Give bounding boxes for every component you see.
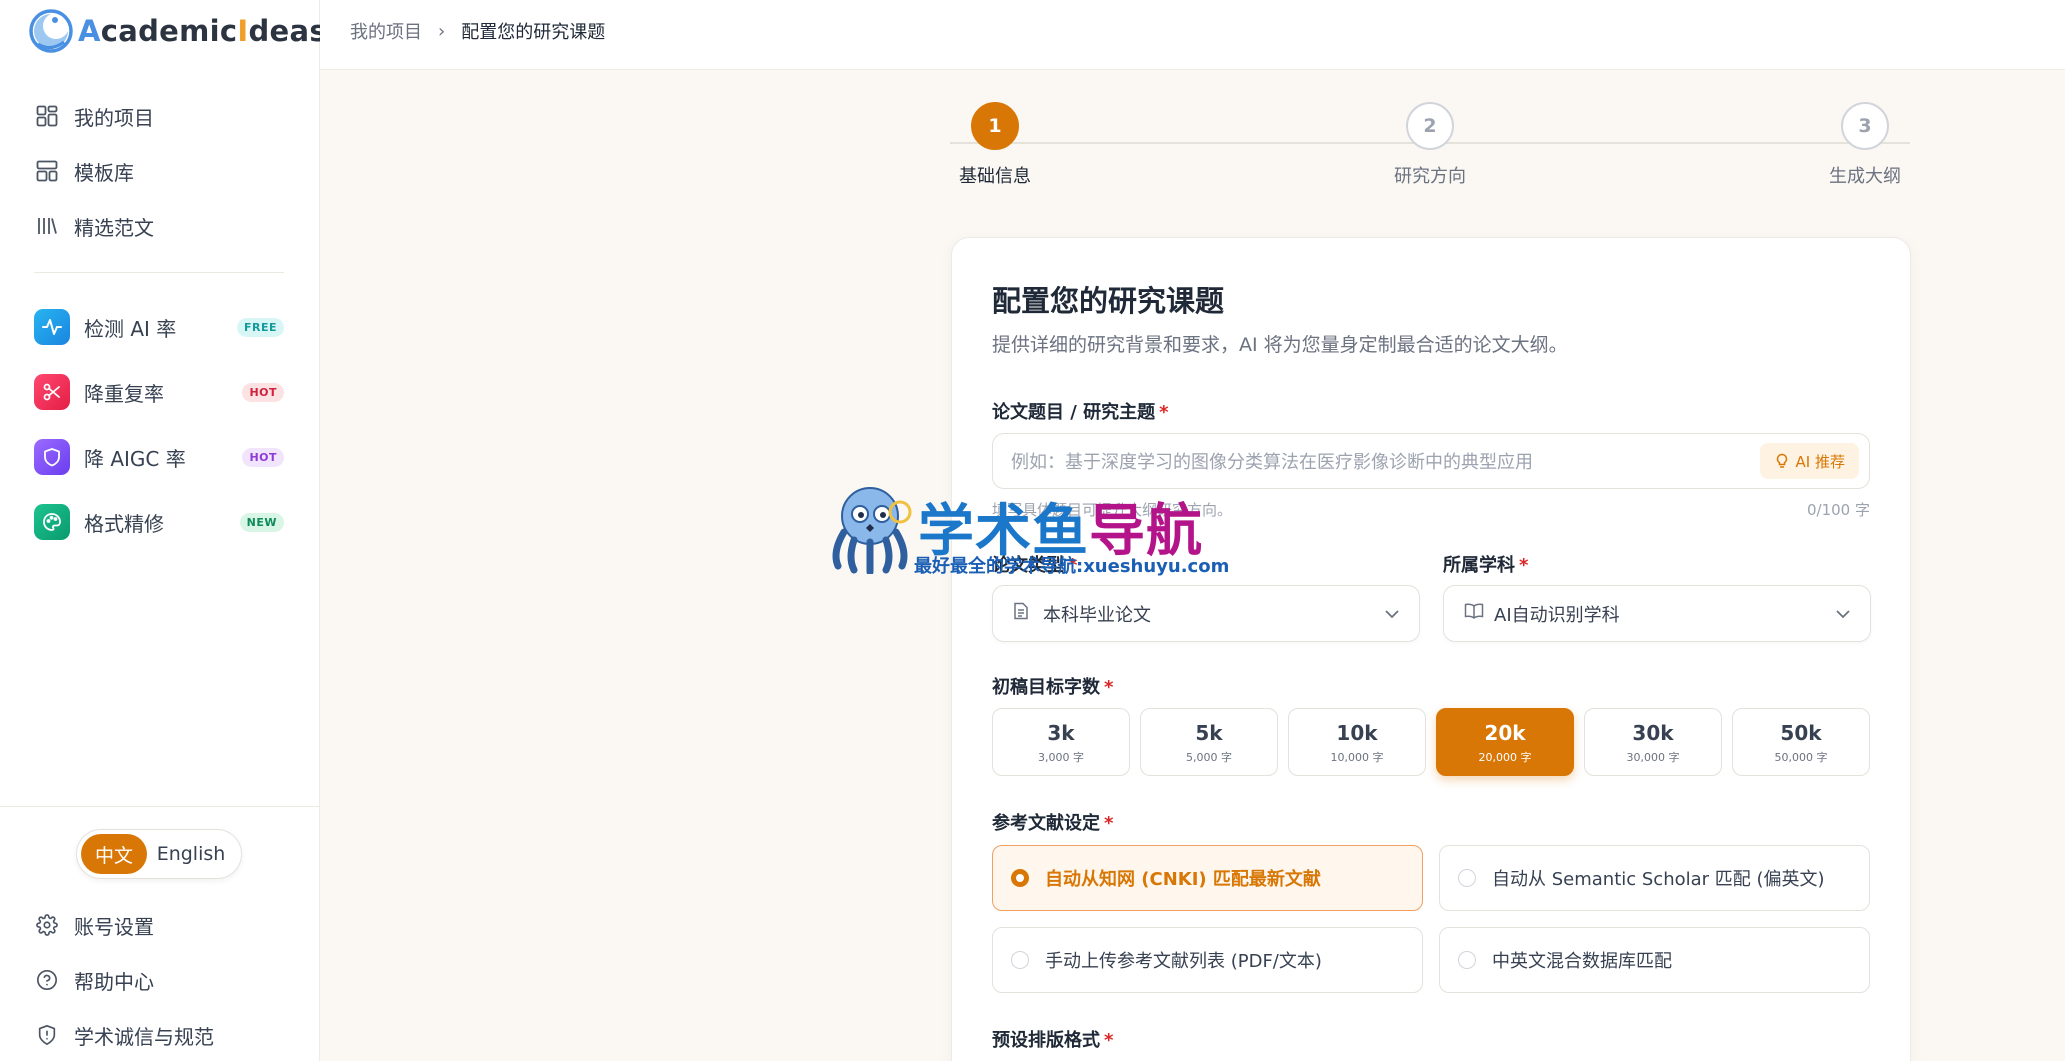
breadcrumb-current: 配置您的研究课题 bbox=[461, 22, 606, 43]
thesis-type-select[interactable]: 本科毕业论文 bbox=[992, 585, 1420, 642]
ai-recommend-button[interactable]: AI 推荐 bbox=[1759, 443, 1859, 479]
gear-icon bbox=[34, 912, 60, 938]
document-icon bbox=[1013, 602, 1033, 625]
step-label: 生成大纲 bbox=[1829, 166, 1901, 187]
radio-button[interactable] bbox=[1458, 951, 1476, 969]
sidebar-item-label: 我的项目 bbox=[74, 105, 154, 130]
research-config-card: 配置您的研究课题 提供详细的研究背景和要求，AI 将为您量身定制最合适的论文大纲… bbox=[951, 237, 1911, 1061]
top-header: 我的项目 › 配置您的研究课题 bbox=[320, 0, 2065, 70]
step-research-direction: 2 研究方向 bbox=[1360, 102, 1500, 188]
chevron-down-icon bbox=[1836, 603, 1850, 624]
step-number: 1 bbox=[971, 102, 1019, 150]
library-books-icon bbox=[34, 213, 60, 239]
palette-icon bbox=[34, 504, 70, 540]
topic-input-placeholder: 例如：基于深度学习的图像分类算法在医疗影像诊断中的典型应用 bbox=[1011, 452, 1533, 473]
step-label: 研究方向 bbox=[1394, 166, 1466, 187]
sidebar-item-format-polish[interactable]: 格式精修 NEW bbox=[34, 502, 284, 542]
radio-button[interactable] bbox=[1011, 869, 1029, 887]
lightbulb-icon bbox=[1776, 453, 1787, 468]
page-title: 配置您的研究课题 bbox=[992, 284, 1225, 318]
sidebar-item-label: 账号设置 bbox=[74, 914, 154, 939]
subject-value: AI自动识别学科 bbox=[1494, 604, 1620, 626]
step-number: 2 bbox=[1406, 102, 1454, 150]
watermark-subtitle: 最好最全的学术导航:xueshuyu.com bbox=[914, 556, 1230, 577]
sidebar-item-reduce-duplicate[interactable]: 降重复率 HOT bbox=[34, 372, 284, 412]
subject-select[interactable]: AI自动识别学科 bbox=[1443, 585, 1871, 642]
open-book-icon bbox=[1464, 603, 1484, 624]
radio-button[interactable] bbox=[1458, 869, 1476, 887]
sidebar-item-label: 精选范文 bbox=[74, 215, 154, 240]
thesis-type-value: 本科毕业论文 bbox=[1043, 604, 1151, 626]
chevron-down-icon bbox=[1385, 603, 1399, 624]
wordcount-field-label: 初稿目标字数 * bbox=[992, 677, 1114, 698]
chevron-right-icon: › bbox=[438, 20, 446, 42]
sidebar: AcademicIdeas 我的项目 模板库 精选范文 检测 AI 率 FREE… bbox=[0, 0, 327, 1061]
reference-option-manual-upload[interactable]: 手动上传参考文献列表 (PDF/文本) bbox=[992, 927, 1423, 993]
wordcount-option-3k[interactable]: 3k 3,000 字 bbox=[992, 708, 1130, 776]
language-toggle[interactable]: 中文 English bbox=[76, 829, 242, 879]
sidebar-item-reduce-aigc[interactable]: 降 AIGC 率 HOT bbox=[34, 437, 284, 477]
sidebar-item-account-settings[interactable]: 账号设置 bbox=[34, 905, 154, 945]
breadcrumb-root-link[interactable]: 我的项目 bbox=[350, 18, 422, 44]
sidebar-item-label: 降重复率 bbox=[84, 381, 164, 406]
shield-icon bbox=[34, 439, 70, 475]
reference-option-semantic-scholar[interactable]: 自动从 Semantic Scholar 匹配 (偏英文) bbox=[1439, 845, 1870, 911]
sidebar-item-templates[interactable]: 模板库 bbox=[34, 151, 134, 191]
subject-field-label: 所属学科 * bbox=[1443, 555, 1529, 576]
step-label: 基础信息 bbox=[959, 166, 1031, 187]
breadcrumb: 我的项目 › 配置您的研究课题 bbox=[350, 18, 605, 44]
watermark-overlay: 学术鱼导航 最好最全的学术导航:xueshuyu.com bbox=[826, 482, 1246, 582]
sidebar-item-label: 格式精修 bbox=[84, 511, 164, 536]
sidebar-divider bbox=[0, 806, 320, 807]
sidebar-item-label: 模板库 bbox=[74, 160, 134, 185]
help-circle-icon bbox=[34, 967, 60, 993]
shield-alert-icon bbox=[34, 1022, 60, 1048]
reference-option-mixed-db[interactable]: 中英文混合数据库匹配 bbox=[1439, 927, 1870, 993]
topic-input[interactable]: 例如：基于深度学习的图像分类算法在医疗影像诊断中的典型应用 AI 推荐 bbox=[992, 433, 1870, 489]
wordcount-option-5k[interactable]: 5k 5,000 字 bbox=[1140, 708, 1278, 776]
lang-option-en[interactable]: English bbox=[147, 834, 235, 874]
step-number: 3 bbox=[1841, 102, 1889, 150]
sidebar-item-projects[interactable]: 我的项目 bbox=[34, 96, 154, 136]
sidebar-item-label: 帮助中心 bbox=[74, 969, 154, 994]
dashboard-grid-icon bbox=[34, 103, 60, 129]
sidebar-item-help[interactable]: 帮助中心 bbox=[34, 960, 154, 1000]
free-badge: FREE bbox=[236, 317, 284, 337]
logo-text: AcademicIdeas bbox=[78, 14, 327, 48]
wordcount-option-30k[interactable]: 30k 30,000 字 bbox=[1584, 708, 1722, 776]
hot-badge: HOT bbox=[242, 447, 284, 467]
lang-option-zh[interactable]: 中文 bbox=[81, 834, 147, 874]
sidebar-item-ai-detect[interactable]: 检测 AI 率 FREE bbox=[34, 307, 284, 347]
topic-char-count: 0/100 字 bbox=[1807, 501, 1870, 519]
radio-button[interactable] bbox=[1011, 951, 1029, 969]
wordcount-option-50k[interactable]: 50k 50,000 字 bbox=[1732, 708, 1870, 776]
format-field-label: 预设排版格式 * bbox=[992, 1030, 1114, 1051]
sidebar-item-label: 检测 AI 率 bbox=[84, 316, 177, 341]
step-basic-info: 1 基础信息 bbox=[925, 102, 1065, 188]
octopus-mascot-icon bbox=[826, 482, 914, 576]
activity-pulse-icon bbox=[34, 309, 70, 345]
sidebar-item-academic-integrity[interactable]: 学术诚信与规范 bbox=[34, 1015, 214, 1055]
sidebar-item-label: 降 AIGC 率 bbox=[84, 446, 186, 471]
reference-option-cnki[interactable]: 自动从知网 (CNKI) 匹配最新文献 bbox=[992, 845, 1423, 911]
step-generate-outline: 3 生成大纲 bbox=[1795, 102, 1935, 188]
new-badge: NEW bbox=[239, 512, 284, 532]
page-subtitle: 提供详细的研究背景和要求，AI 将为您量身定制最合适的论文大纲。 bbox=[992, 334, 1568, 356]
layout-template-icon bbox=[34, 158, 60, 184]
sidebar-divider bbox=[34, 272, 284, 273]
wordcount-option-20k[interactable]: 20k 20,000 字 bbox=[1436, 708, 1574, 776]
reference-field-label: 参考文献设定 * bbox=[992, 813, 1114, 834]
brand-logo[interactable]: AcademicIdeas bbox=[28, 8, 327, 54]
sidebar-item-label: 学术诚信与规范 bbox=[74, 1024, 214, 1049]
logo-moon-icon bbox=[28, 8, 74, 54]
wordcount-option-10k[interactable]: 10k 10,000 字 bbox=[1288, 708, 1426, 776]
topic-field-label: 论文题目 / 研究主题 * bbox=[992, 402, 1169, 423]
scissors-icon bbox=[34, 374, 70, 410]
hot-badge: HOT bbox=[242, 382, 284, 402]
sidebar-item-samples[interactable]: 精选范文 bbox=[34, 206, 154, 246]
